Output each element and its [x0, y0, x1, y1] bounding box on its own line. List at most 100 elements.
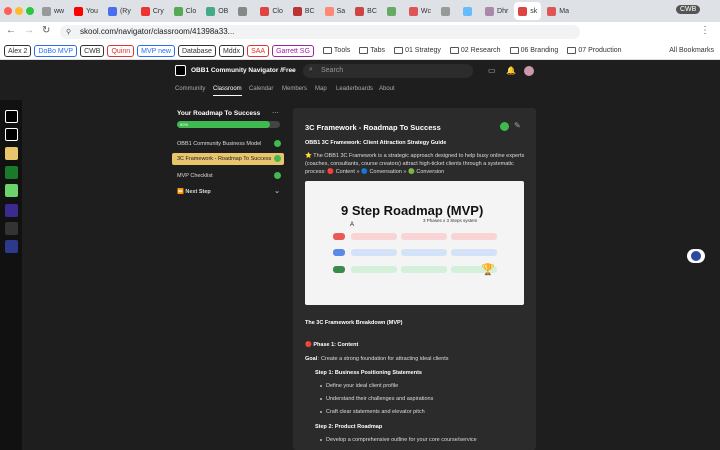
chevron-down-icon[interactable]: ⌄ — [274, 186, 280, 198]
bookmark-chip[interactable]: Database — [177, 44, 216, 57]
all-bookmarks[interactable]: All Bookmarks — [669, 47, 714, 54]
community-icon[interactable] — [5, 166, 18, 179]
community-icon[interactable] — [5, 128, 18, 141]
browser-tab[interactable]: BC — [289, 2, 319, 20]
favicon-icon — [206, 6, 216, 16]
browser-tab[interactable]: Sa — [321, 2, 350, 20]
maximize-window-icon[interactable] — [26, 7, 34, 15]
floating-extension-button[interactable] — [687, 249, 705, 263]
tab-members[interactable]: Members — [282, 86, 307, 92]
community-icon[interactable] — [5, 184, 18, 197]
bookmark-folder[interactable]: 02 Research — [449, 47, 501, 54]
bookmark-folder[interactable]: Tabs — [359, 47, 385, 54]
search-input[interactable]: Search — [303, 64, 473, 78]
bookmark-chip[interactable]: Mddx — [218, 44, 245, 57]
browser-tab[interactable]: OB — [202, 2, 232, 20]
community-switcher-rail — [0, 100, 22, 450]
favicon-icon — [42, 6, 51, 16]
avatar[interactable] — [524, 66, 534, 76]
folder-icon — [322, 47, 332, 54]
bookmark-chip[interactable]: DoBo MVP — [34, 44, 78, 57]
intro-text: (coaches, consultants, course creators) … — [305, 161, 514, 167]
forward-icon[interactable]: → — [24, 25, 34, 36]
site-info-icon[interactable]: ⚲ — [66, 28, 71, 36]
favicon-icon — [260, 6, 270, 16]
folder-label: 06 Branding — [520, 47, 559, 54]
folder-label: 07 Production — [578, 47, 622, 54]
bookmark-chip[interactable]: MVP new — [137, 44, 175, 57]
favicon-icon — [441, 6, 451, 16]
browser-tab[interactable]: Dhr — [481, 2, 512, 20]
bookmark-folder[interactable]: Tools — [322, 47, 351, 54]
step-title: Step 2: Product Roadmap — [315, 424, 383, 430]
browser-tab[interactable]: Clo — [256, 2, 287, 20]
bookmark-folder[interactable]: 06 Branding — [509, 47, 559, 54]
bookmark-folder[interactable]: 07 Production — [567, 47, 622, 54]
tab-label: Dhr — [497, 7, 509, 15]
more-options-icon[interactable]: ⋯ — [272, 109, 279, 117]
browser-tab[interactable]: (Ry — [104, 2, 135, 20]
tab-about[interactable]: About — [379, 86, 395, 92]
community-icon[interactable] — [5, 204, 18, 217]
lesson-item[interactable]: OBB1 Community Business Model — [172, 138, 284, 150]
bookmark-chip[interactable]: Alex 2 — [4, 44, 32, 57]
completed-check-icon[interactable] — [500, 122, 509, 131]
tab-leaderboards[interactable]: Leaderboards — [336, 86, 373, 92]
browser-tab[interactable]: BC — [351, 2, 381, 20]
tab-calendar[interactable]: Calendar — [249, 86, 273, 92]
browser-tab[interactable]: You — [70, 2, 102, 20]
trophy-icon: 🏆 — [481, 264, 495, 276]
lesson-item[interactable]: ⏩ Next Step ⌄ — [172, 186, 284, 198]
tab-map[interactable]: Map — [315, 86, 327, 92]
profile-badge[interactable]: CWB — [676, 5, 701, 14]
browser-tab[interactable]: Cry — [137, 2, 168, 20]
browser-tab[interactable] — [234, 2, 254, 20]
bell-icon[interactable]: 🔔 — [506, 66, 516, 75]
favicon-icon — [140, 6, 150, 16]
browser-tab[interactable]: sk — [514, 2, 542, 20]
url-field[interactable]: skool.com/navigator/classroom/41398a33..… — [60, 25, 580, 39]
browser-tab[interactable] — [459, 2, 479, 20]
favicon-icon — [238, 6, 248, 16]
browser-tab[interactable] — [437, 2, 457, 20]
bullet — [320, 411, 322, 413]
favicon-icon — [547, 6, 557, 16]
bookmark-chip[interactable]: CWB — [80, 44, 105, 57]
community-icon[interactable] — [5, 240, 18, 253]
browser-tab[interactable]: Ma — [543, 2, 573, 20]
back-icon[interactable]: ← — [6, 25, 16, 36]
browser-tab[interactable]: Clo — [170, 2, 201, 20]
bookmark-chip[interactable]: SAA — [247, 44, 270, 57]
browser-tab[interactable] — [383, 2, 403, 20]
browser-tab[interactable]: Wc — [405, 2, 435, 20]
browser-tab-bar: ww You (Ry Cry Clo OB Clo BC Sa BC Wc Dhr sk Ma CWB — [0, 0, 720, 22]
community-logo[interactable] — [175, 65, 186, 76]
minimize-window-icon[interactable] — [15, 7, 23, 15]
tab-community[interactable]: Community — [175, 86, 205, 92]
phase-label — [333, 249, 345, 256]
lesson-item[interactable]: MVP Checklist — [172, 170, 284, 182]
lesson-subtitle: OBB1 3C Framework: Client Attraction Str… — [305, 140, 447, 146]
roadmap-image[interactable]: 9 Step Roadmap (MVP) 3 Phases x 3 Steps … — [305, 181, 524, 305]
bookmark-chip[interactable]: Quinn — [107, 44, 135, 57]
folder-label: Tools — [333, 47, 351, 54]
roadmap-step — [351, 233, 397, 240]
edit-icon[interactable]: ✎ — [514, 121, 521, 130]
check-icon — [274, 172, 281, 179]
menu-icon[interactable]: ⋮ — [700, 25, 710, 36]
community-name[interactable]: OBB1 Community Navigator /Free — [191, 67, 296, 74]
community-icon[interactable] — [5, 110, 18, 123]
reload-icon[interactable]: ↻ — [42, 25, 50, 36]
community-icon[interactable] — [5, 222, 18, 235]
close-window-icon[interactable] — [4, 7, 12, 15]
bookmark-chip[interactable]: Garrett SG — [272, 44, 314, 57]
favicon-icon — [408, 6, 418, 16]
lesson-item[interactable]: 3C Framework - Roadmap To Success — [172, 153, 284, 165]
chat-icon[interactable]: ▭ — [488, 66, 496, 75]
tab-label: Clo — [185, 7, 197, 15]
bookmark-folder[interactable]: 01 Strategy — [394, 47, 441, 54]
tab-classroom[interactable]: Classroom — [213, 86, 242, 96]
community-icon[interactable] — [5, 147, 18, 160]
browser-tab[interactable]: ww — [38, 2, 68, 20]
chevron-down-icon[interactable]: ⌄ — [290, 66, 296, 74]
